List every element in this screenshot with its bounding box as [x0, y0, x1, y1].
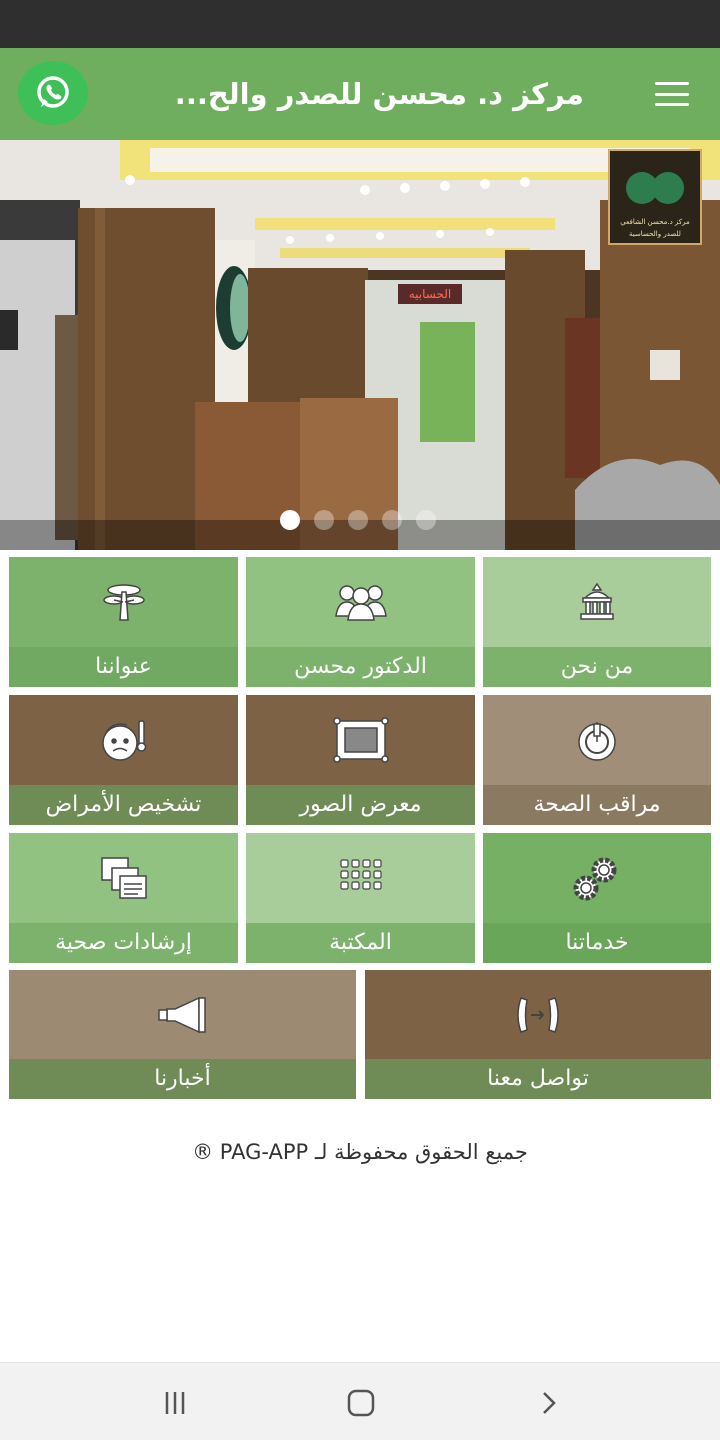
picture-frame-icon: [332, 716, 389, 763]
tile-photo-gallery[interactable]: معرض الصور: [246, 695, 475, 825]
system-nav-bar: [0, 1362, 720, 1440]
tile-label: من نحن: [483, 647, 711, 687]
menu-button[interactable]: [652, 78, 692, 110]
building-icon: [580, 582, 614, 620]
recent-apps-button[interactable]: [155, 1383, 195, 1423]
tile-about-us[interactable]: من نحن: [483, 557, 711, 687]
whatsapp-icon: [37, 76, 69, 108]
gears-icon: [573, 857, 617, 900]
tile-contact-us[interactable]: تواصل معنا: [365, 970, 711, 1099]
back-icon: [543, 1392, 556, 1414]
tile-label: تواصل معنا: [365, 1059, 711, 1099]
grid-dots-icon: [339, 858, 382, 890]
home-button[interactable]: [341, 1383, 381, 1423]
image-slider[interactable]: الحسابيه مركز د.محسن الشافعي للصدر والحس…: [0, 140, 720, 550]
whatsapp-button[interactable]: [18, 61, 88, 125]
recent-apps-icon: [165, 1392, 185, 1414]
tile-label: عنواننا: [9, 647, 238, 687]
people-group-icon: [334, 584, 387, 621]
status-bar: [0, 0, 720, 48]
tree-icon: [102, 583, 145, 621]
slider-dot[interactable]: [348, 510, 368, 530]
tile-health-monitor[interactable]: مراقب الصحة: [483, 695, 711, 825]
app-header: مركز د. محسن للصدر والح...: [0, 48, 720, 140]
sick-face-icon: [101, 719, 146, 761]
logo-line-2: للصدر والحساسية: [629, 230, 681, 238]
tile-label: الدكتور محسن: [246, 647, 475, 687]
app-title: مركز د. محسن للصدر والح...: [174, 77, 584, 111]
logo-line-1: مركز د.محسن الشافعي: [620, 218, 690, 226]
tile-label: إرشادات صحية: [9, 923, 238, 963]
back-button[interactable]: [528, 1383, 568, 1423]
hamburger-menu-icon: [655, 82, 689, 85]
tile-health-guidance[interactable]: إرشادات صحية: [9, 833, 238, 963]
slider-sign-text: الحسابيه: [409, 287, 452, 301]
slider-pagination: [280, 510, 440, 530]
health-monitor-icon: [578, 721, 616, 761]
slider-dot[interactable]: [314, 510, 334, 530]
megaphone-icon: [157, 996, 206, 1033]
slider-photo: الحسابيه مركز د.محسن الشافعي للصدر والحس…: [0, 140, 720, 550]
home-icon: [347, 1389, 375, 1417]
slider-dot[interactable]: [280, 510, 300, 530]
tile-doctor-mohsen[interactable]: الدكتور محسن: [246, 557, 475, 687]
phone-icon: [517, 996, 559, 1033]
tile-library[interactable]: المكتبة: [246, 833, 475, 963]
tile-label: خدماتنا: [483, 923, 711, 963]
tile-label: مراقب الصحة: [483, 785, 711, 825]
slider-dot[interactable]: [382, 510, 402, 530]
tile-label: معرض الصور: [246, 785, 475, 825]
copyright-text: جميع الحقوق محفوظة لـ PAG-APP ®: [192, 1140, 528, 1164]
tile-label: المكتبة: [246, 923, 475, 963]
tile-label: أخبارنا: [9, 1059, 356, 1099]
slider-dot[interactable]: [416, 510, 436, 530]
tile-our-services[interactable]: خدماتنا: [483, 833, 711, 963]
tile-our-news[interactable]: أخبارنا: [9, 970, 356, 1099]
tile-our-address[interactable]: عنواننا: [9, 557, 238, 687]
tile-label: تشخيص الأمراض: [9, 785, 238, 825]
tile-disease-diagnosis[interactable]: تشخيص الأمراض: [9, 695, 238, 825]
documents-icon: [100, 856, 147, 899]
